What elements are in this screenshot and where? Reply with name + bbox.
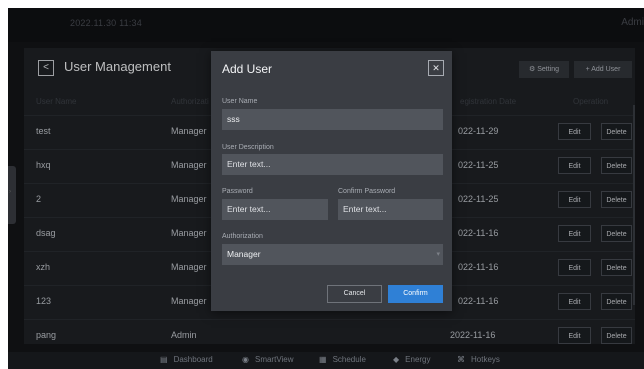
- password-field[interactable]: Enter text...: [222, 199, 328, 220]
- app-screen: 2022.11.30 11:34 Admi › < User Managemen…: [8, 8, 644, 369]
- close-icon: ✕: [432, 63, 440, 73]
- cancel-button[interactable]: Cancel: [327, 285, 382, 303]
- dialog-title: Add User: [222, 62, 273, 76]
- hotkeys-icon: ⌘: [457, 355, 465, 364]
- authorization-select[interactable]: Manager ▾: [222, 244, 443, 265]
- user-name-label: User Name: [222, 98, 258, 105]
- nav-label: Schedule: [332, 355, 366, 364]
- user-description-field[interactable]: Enter text...: [222, 154, 443, 175]
- authorization-label: Authorization: [222, 233, 263, 240]
- close-button[interactable]: ✕: [428, 60, 444, 76]
- user-name-field[interactable]: sss: [222, 109, 443, 130]
- password-label: Password: [222, 188, 253, 195]
- chevron-down-icon: ▾: [436, 251, 440, 258]
- smartview-icon: ◉: [242, 355, 249, 364]
- nav-item-hotkeys[interactable]: ⌘ Hotkeys: [457, 355, 500, 364]
- bottom-nav: ▤ Dashboard ◉ SmartView ▦ Schedule ◆ Energy …: [8, 352, 644, 369]
- nav-item-dashboard[interactable]: ▤ Dashboard: [160, 355, 213, 364]
- nav-label: Energy: [405, 355, 431, 364]
- schedule-icon: ▦: [319, 355, 327, 364]
- nav-label: SmartView: [254, 355, 294, 364]
- confirm-password-field[interactable]: Enter text...: [338, 199, 443, 220]
- nav-item-schedule[interactable]: ▦ Schedule: [319, 355, 366, 364]
- nav-label: Dashboard: [173, 355, 213, 364]
- user-description-label: User Description: [222, 144, 274, 151]
- nav-label: Hotkeys: [471, 355, 500, 364]
- nav-item-energy[interactable]: ◆ Energy: [393, 355, 431, 364]
- confirm-password-label: Confirm Password: [338, 188, 396, 195]
- add-user-dialog: Add User ✕ User Name sss User Descriptio…: [211, 51, 452, 311]
- energy-icon: ◆: [393, 355, 400, 364]
- dashboard-icon: ▤: [160, 355, 168, 364]
- confirm-button[interactable]: Confirm: [388, 285, 443, 303]
- nav-item-smartview[interactable]: ◉ SmartView: [242, 355, 294, 364]
- authorization-value: Manager: [227, 249, 261, 259]
